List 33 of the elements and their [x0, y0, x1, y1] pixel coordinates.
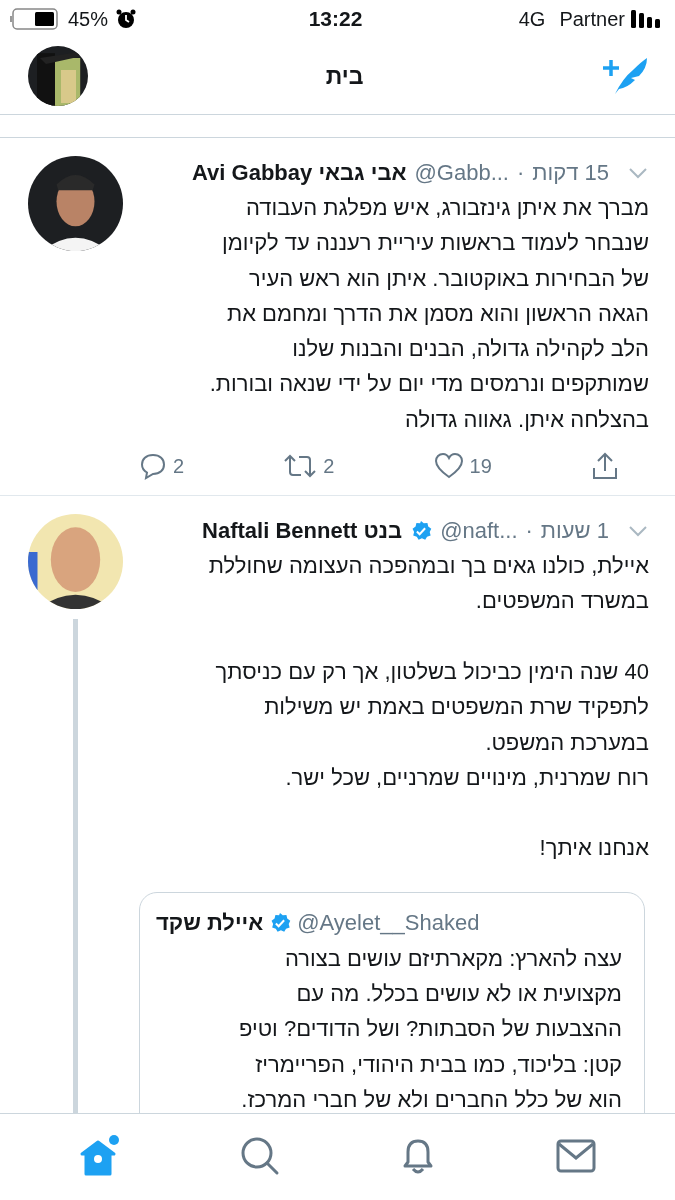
alarm-icon [116, 9, 137, 29]
home-icon [79, 1133, 122, 1178]
author-name: Naftali Bennett בנט [202, 518, 403, 545]
reply-icon[interactable] [139, 452, 167, 481]
verified-icon [269, 911, 292, 934]
author-handle: @Ayelet__Shaked [297, 909, 480, 936]
search-icon [240, 1135, 281, 1176]
verified-icon [410, 520, 433, 543]
reply-count: 2 [173, 454, 185, 478]
author-handle: @naft... [440, 518, 518, 545]
tweet-time: 15 דקות [532, 160, 609, 186]
retweet-count: 2 [323, 454, 335, 478]
quoted-tweet-card[interactable] [139, 891, 645, 1113]
tweet-text: איילת, כולנו גאים בך ובמהפכה העצומה שחוללת במשרד המשפטים. 40 שנה הימין כביכול בשלטון, אך רק עם כניסתך לתפקיד שרת המשפטים באמת יש משילות במערכת המשפט. רוח שמרנית, מינויים שמרניים, שכל ישר. אנחנו איתך! [207, 552, 649, 863]
share-icon[interactable] [590, 451, 619, 482]
signal-icon [631, 10, 661, 28]
like-count: 19 [469, 454, 492, 478]
tweet-time: 1 שעות [540, 518, 609, 545]
author-handle: @Gabb... [414, 160, 509, 186]
separator: · [525, 518, 533, 545]
author-name: Avi Gabbay אבי גבאי [192, 160, 407, 186]
mail-icon [555, 1138, 596, 1173]
heart-icon[interactable] [433, 452, 464, 481]
tweet-text: מברך את איתן גינזבורג, איש מפלגת העבודה שנבחר לעמוד בראשות עיריית רעננה עד לקיומן של הבחירות באוקטובר. איתן הוא ראש העיר הגאה הראשון והוא מסמן את הדרך ומחמם את הלב לקהילה גדולה, הבנים והבנות שלנו שמותקפים ונרמסים מדי יום על ידי שנאה ובורות. בהצלחה איתן. גאווה גדולה [208, 194, 649, 434]
author-name: איילת שקד [156, 909, 264, 936]
network-type: 4G [518, 7, 546, 31]
battery-icon [10, 8, 60, 30]
clock: 13:22 [308, 7, 363, 31]
page-title: בית [325, 62, 364, 90]
carrier-name: Partner [559, 7, 625, 31]
separator: · [517, 160, 525, 186]
battery-percent: 45% [68, 7, 109, 31]
quoted-text: עצה להארץ: מקארתיזם עושים בצורה מקצועית או לא עושים בכלל. מה עם ההצבעות של הסבתות? ושל הדודים? וטיפ קטן: בליכוד, כמו בבית היהודי, הפריימריז הוא של כלל החברים ולא של חברי המרכז. [238, 944, 622, 1113]
